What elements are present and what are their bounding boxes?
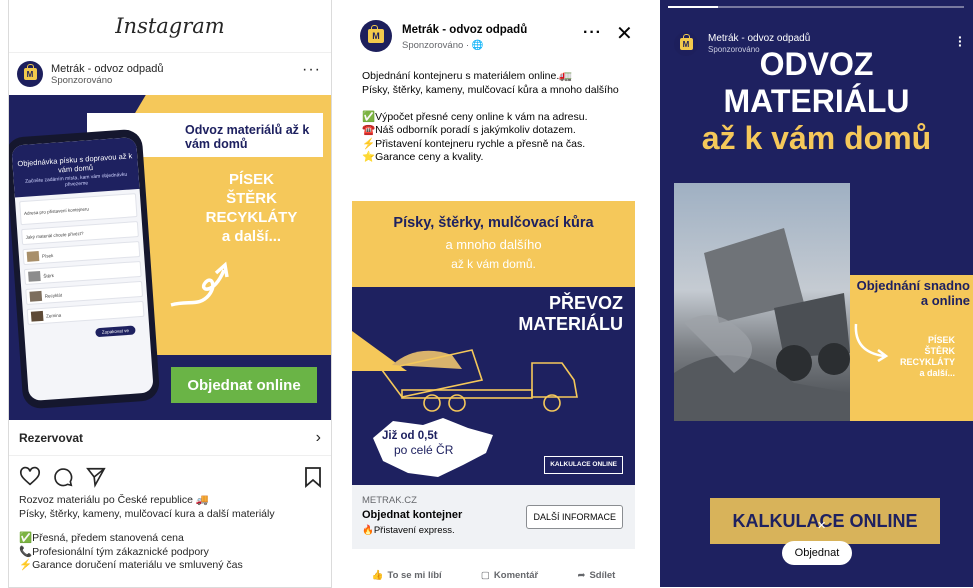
close-icon[interactable]: ✕ <box>616 21 633 46</box>
like-button[interactable]: 👍 To se mi líbí <box>372 570 442 581</box>
post-header: M Metrák - odvoz odpadů Sponzorováno · 🌐… <box>360 20 633 60</box>
calculation-button[interactable]: KALKULACE ONLINE <box>544 456 623 474</box>
instagram-logo: Instagram <box>115 14 225 38</box>
order-online-button[interactable]: Objednat online <box>171 367 317 403</box>
metrak-logo-icon: M <box>23 64 37 80</box>
ad-creative[interactable]: Odvoz materiálů až k vám domů PÍSEK ŠTĚR… <box>9 95 331 420</box>
share-button[interactable]: ➦ Sdílet <box>578 570 616 581</box>
material-item: PÍSEK <box>228 171 274 188</box>
link-subtitle: 🔥Přistavení express. <box>362 525 455 536</box>
banner-title: Odvoz materiálů až k vám domů <box>185 123 310 151</box>
post-bullet: ☎️Náš odborník poradí s jakýmkoliv dotaz… <box>362 124 576 136</box>
post-header: M Metrák - odvoz odpadů Sponzorováno ··· <box>9 53 331 95</box>
transport-title-line: PŘEVOZ <box>548 293 623 313</box>
material-item: ŠTĚRK <box>924 346 955 356</box>
metrak-logo-icon: M <box>368 25 384 43</box>
post-line: Objednání kontejneru s materiálem online… <box>362 70 573 82</box>
post-bullet: ✅Výpočet přesné ceny online k vám na adr… <box>362 110 588 123</box>
country-line: po celé ČR <box>394 443 454 457</box>
bookmark-icon[interactable] <box>304 466 322 488</box>
creative-line: až k vám domů. <box>451 257 536 271</box>
link-footer[interactable]: METRAK.CZ Objednat kontejner 🔥Přistavení… <box>352 485 635 549</box>
headline-line: MATERIÁLU <box>723 83 910 119</box>
materials-list: PÍSEK ŠTĚRK RECYKLÁTY a další... <box>850 335 955 379</box>
phone-screen: Objednávka písku s dopravou až k vám dom… <box>11 136 154 402</box>
book-link[interactable]: Rezervovat › <box>9 420 331 456</box>
post-bullet: ⚡Přistavení kontejneru rychle a přesně n… <box>362 137 586 150</box>
chevron-right-icon: › <box>315 428 321 446</box>
post-line: Písky, štěrky, kameny, mulčovací kůra a … <box>362 83 619 96</box>
caption-line: Rozvoz materiálu po České republice 🚚 <box>19 494 209 506</box>
more-info-button[interactable]: DALŠÍ INFORMACE <box>526 505 623 529</box>
transport-title-line: MATERIÁLU <box>518 314 623 334</box>
phone-row: Adresa pro přistavení kontejneru <box>19 193 138 226</box>
account-name[interactable]: Metrák - odvoz odpadů <box>708 33 810 44</box>
account-name[interactable]: Metrák - odvoz odpadů <box>402 24 527 36</box>
ad-creative[interactable]: Písky, štěrky, mulčovací kůra a mnoho da… <box>352 201 635 485</box>
headline-line: ODVOZ <box>759 46 874 82</box>
curved-arrow-icon <box>170 261 229 307</box>
facebook-ad-panel: M Metrák - odvoz odpadů Sponzorováno · 🌐… <box>352 0 635 587</box>
comment-icon[interactable] <box>52 466 74 488</box>
instagram-ad-panel: Instagram M Metrák - odvoz odpadů Sponzo… <box>8 0 332 588</box>
material-item: a další... <box>919 368 955 378</box>
phone-cta: Zopakovat ve <box>95 325 136 338</box>
dump-truck-photo <box>674 183 850 421</box>
caption-bullet: 📞Profesionální tým zákaznické podpory <box>19 545 209 558</box>
order-button[interactable]: Objednat <box>782 541 852 565</box>
share-icon[interactable] <box>85 466 107 488</box>
more-options-icon[interactable]: ··· <box>583 24 602 42</box>
caption-bullet: ⚡Garance doručení materiálu ve smluvený … <box>19 559 243 571</box>
chevron-up-icon: ✕ <box>817 520 827 532</box>
more-options-icon[interactable]: ··· <box>302 62 321 78</box>
material-item: RECYKLÁTY <box>899 357 955 367</box>
phone-mockup: Objednávka písku s dopravou až k vám dom… <box>9 128 161 410</box>
dump-truck-image <box>674 228 850 421</box>
sponsored-label: Sponzorováno <box>51 74 113 86</box>
truck-illustration-icon <box>380 349 578 412</box>
transport-title: PŘEVOZ MATERIÁLU <box>518 293 623 335</box>
book-label: Rezervovat <box>19 430 84 445</box>
order-easy-text: Objednání snadno a online <box>856 278 970 308</box>
material-item: a další... <box>221 228 282 245</box>
share-icon: ➦ <box>577 569 586 581</box>
creative-headline: Písky, štěrky, mulčovací kůra <box>393 215 594 231</box>
post-caption: Rozvoz materiálu po České republice 🚚 Pí… <box>19 494 329 573</box>
creative-line: a mnoho dalšího <box>445 237 542 252</box>
caption-line: Písky, štěrky, kameny, mulčovací kura a … <box>19 507 275 520</box>
material-item: PÍSEK <box>927 335 955 345</box>
thumbs-up-icon: 👍 <box>371 569 384 581</box>
material-item: RECYKLÁTY <box>205 209 298 226</box>
post-text: Objednání kontejneru s materiálem online… <box>362 70 628 165</box>
story-ad-panel: M Metrák - odvoz odpadů Sponzorováno · · ·… <box>660 0 973 587</box>
link-title: Objednat kontejner <box>362 509 463 521</box>
account-name[interactable]: Metrák - odvoz odpadů <box>51 63 164 75</box>
sponsored-label: Sponzorováno · 🌐 <box>402 40 484 51</box>
story-progress-bar <box>668 6 964 8</box>
price-from: Již od 0,5t po celé ČR <box>382 429 453 457</box>
avatar[interactable]: M <box>17 61 43 87</box>
heart-icon[interactable] <box>19 466 41 488</box>
comment-icon: ▢ <box>480 569 490 581</box>
story-headline: ODVOZ MATERIÁLU až k vám domů <box>660 46 973 157</box>
headline-line: až k vám domů <box>701 120 932 156</box>
materials-list: PÍSEK ŠTĚRK RECYKLÁTY a další... <box>184 170 319 246</box>
avatar[interactable]: M <box>360 20 392 52</box>
material-item: ŠTĚRK <box>226 190 277 207</box>
comment-button[interactable]: ▢ Komentář <box>481 570 538 581</box>
instagram-top-bar: Instagram <box>9 0 331 53</box>
post-action-bar: 👍 To se mi líbí ▢ Komentář ➦ Sdílet <box>352 563 635 587</box>
link-domain: METRAK.CZ <box>362 495 417 506</box>
post-actions <box>19 466 321 490</box>
phone-row: Zemina <box>26 300 145 325</box>
post-bullet: ⭐Garance ceny a kvality. <box>362 151 484 163</box>
caption-bullet: ✅Přesná, předem stanovená cena <box>19 532 184 544</box>
phone-header: Objednávka písku s dopravou až k vám dom… <box>11 136 140 198</box>
price-from-line: Již od 0,5t <box>382 430 438 442</box>
